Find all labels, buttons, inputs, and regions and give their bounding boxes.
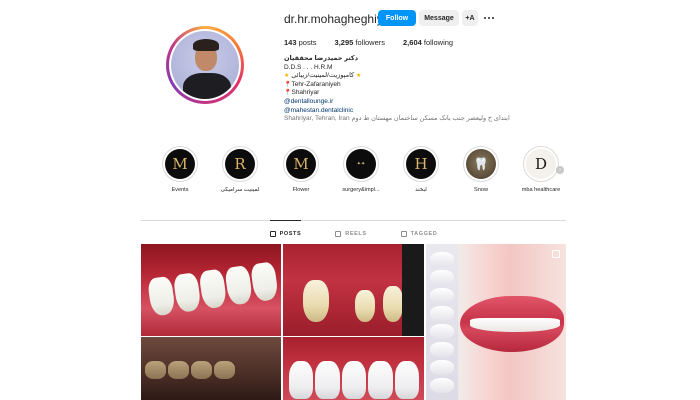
highlight-label: Snow — [474, 187, 488, 193]
following-stat[interactable]: 2,604 following — [403, 38, 453, 47]
tab-reels-label: REELS — [345, 231, 367, 237]
highlight-ring: D — [523, 146, 559, 182]
tab-reels[interactable]: REELS — [335, 221, 366, 241]
message-button[interactable]: Message — [419, 10, 459, 26]
bio-line-location-1: 📍Tehr-Zafaraniyeh — [284, 81, 584, 90]
bio-line-location-2: 📍Shahriyar — [284, 89, 584, 98]
image-shadow — [402, 244, 424, 336]
add-user-icon: +A — [465, 14, 475, 22]
profile-tabs: POSTS REELS TAGGED — [141, 220, 566, 241]
bio-link-mahestan[interactable]: @mahestan.dentalclinic — [284, 107, 584, 116]
post-thumbnail[interactable] — [426, 244, 566, 400]
highlight-ring: ✦✦ — [343, 146, 379, 182]
highlight-label: لبخند — [415, 187, 427, 193]
post-thumbnail[interactable] — [283, 337, 424, 400]
avatar-image — [171, 31, 239, 99]
bio-name: دکتر حمیدرضا محققیان — [284, 55, 359, 62]
teeth-image — [145, 361, 235, 379]
bio-location-1-text: Tehr-Zafaraniyeh — [291, 80, 341, 88]
bio-location-2-text: Shahriyar — [291, 89, 320, 97]
carousel-icon — [552, 250, 560, 258]
chevron-right-icon[interactable]: › — [556, 166, 564, 174]
bio-link-dentallounge[interactable]: @dentallounge.ir — [284, 98, 584, 107]
tooth-image — [355, 290, 375, 322]
highlight-cover: M — [165, 149, 195, 179]
avatar-hair — [193, 39, 219, 51]
teeth-image — [289, 361, 420, 399]
highlight-flower[interactable]: M Flower — [276, 146, 326, 193]
bio-line-services: ★ کامپوزیت/لمینیت/زیبائی ★ — [284, 72, 584, 81]
highlight-label: mba healthcare — [521, 187, 561, 193]
star-icon: ★ — [284, 73, 290, 80]
profile-avatar[interactable] — [166, 26, 244, 104]
followers-stat[interactable]: 3,295 followers — [335, 38, 385, 47]
highlight-label: Events — [171, 187, 189, 193]
following-label: following — [423, 38, 454, 47]
highlight-ring: H — [403, 146, 439, 182]
highlight-ring: 🦷 — [463, 146, 499, 182]
avatar-shirt — [183, 73, 231, 99]
highlight-snow[interactable]: 🦷 Snow — [456, 146, 506, 193]
highlight-surgery-implant[interactable]: ✦✦ surgery&impl... — [336, 146, 386, 193]
highlight-ring: M — [162, 146, 198, 182]
following-count: 2,604 — [403, 38, 422, 47]
smile-image — [470, 318, 560, 332]
posts-grid — [141, 244, 566, 400]
tab-tagged[interactable]: TAGGED — [400, 221, 438, 241]
tab-posts[interactable]: POSTS — [269, 220, 302, 241]
tab-posts-label: POSTS — [279, 231, 302, 237]
highlight-ring: M — [283, 146, 319, 182]
highlight-events[interactable]: M Events — [155, 146, 205, 193]
highlight-label: لمینیت سرامیکی — [220, 187, 260, 193]
followers-label: followers — [355, 38, 386, 47]
highlight-cover: H — [406, 149, 436, 179]
teeth-image — [146, 261, 280, 317]
followers-count: 3,295 — [334, 38, 354, 47]
highlight-cover: R — [225, 149, 255, 179]
profile-bio: دکتر حمیدرضا محققیان D.D.S . . . H.R.M ★… — [284, 55, 584, 124]
post-thumbnail[interactable] — [141, 337, 281, 400]
avatar-border — [169, 29, 241, 101]
bio-degree: D.D.S . . . H.R.M — [284, 63, 333, 71]
highlight-cover: M — [286, 149, 316, 179]
posts-stat: 143 posts — [284, 38, 317, 47]
tab-tagged-label: TAGGED — [410, 231, 438, 237]
highlight-label: surgery&impl... — [342, 187, 380, 193]
profile-header: dr.hr.mohagheghiyan Follow Message +A 14… — [166, 6, 586, 146]
follow-button[interactable]: Follow — [378, 10, 416, 26]
tooth-icon: 🦷 — [466, 149, 496, 179]
tooth-image — [303, 280, 329, 322]
tagged-icon — [400, 231, 407, 237]
suggested-accounts-button[interactable]: +A — [462, 10, 478, 26]
profile-stats: 143 posts 3,295 followers 2,604 followin… — [284, 38, 453, 47]
more-options-icon[interactable] — [482, 11, 496, 25]
post-thumbnail[interactable] — [141, 244, 281, 336]
highlight-cover-logo: ✦✦ — [346, 149, 376, 179]
highlight-label: Flower — [292, 187, 310, 193]
highlight-ring: R — [222, 146, 258, 182]
posts-label: posts — [298, 38, 317, 47]
highlight-cover: D — [526, 149, 556, 179]
tooth-image — [383, 286, 403, 322]
posts-count: 143 — [284, 38, 297, 47]
bio-services-text: کامپوزیت/لمینیت/زیبائی — [291, 72, 355, 80]
story-highlights: M Events R لمینیت سرامیکی M Flower ✦✦ su… — [150, 146, 570, 204]
veneer-strip — [426, 244, 458, 400]
star-icon: ★ — [355, 73, 362, 80]
grid-icon — [269, 231, 276, 237]
highlight-ceramic-laminate[interactable]: R لمینیت سرامیکی — [215, 146, 265, 193]
highlight-smile[interactable]: H لبخند — [396, 146, 446, 193]
bio-address[interactable]: Shahriyar, Tehran, Iran ابتدای خ ولیعصر … — [284, 115, 584, 124]
reels-icon — [335, 231, 342, 237]
post-thumbnail[interactable] — [283, 244, 424, 336]
